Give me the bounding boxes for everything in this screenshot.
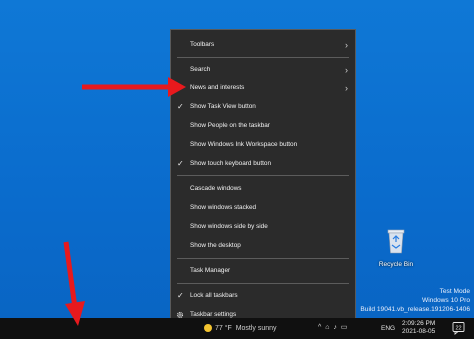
menu-item-label: Show windows stacked — [190, 204, 257, 211]
sun-icon — [204, 324, 212, 332]
network-icon[interactable]: ⌂ — [325, 324, 329, 331]
recycle-bin-icon — [387, 229, 405, 254]
watermark-line-1: Test Mode — [439, 288, 470, 295]
menu-item-label: Show touch keyboard button — [190, 160, 272, 167]
checkmark-icon: ✓ — [177, 102, 184, 111]
clock-date: 2021-08-05 — [402, 328, 436, 335]
watermark-line-3: Build 19041.vb_release.191206-1406 — [360, 306, 470, 313]
notification-icon[interactable]: 22 — [452, 321, 466, 335]
menu-item-windows-stacked[interactable]: Show windows stacked — [171, 201, 355, 215]
menu-item-show-ink-workspace[interactable]: Show Windows Ink Workspace button — [171, 138, 355, 152]
menu-item-label: Toolbars — [190, 41, 215, 48]
menu-item-label: Show windows side by side — [190, 223, 268, 230]
menu-item-show-people[interactable]: Show People on the taskbar — [171, 119, 355, 133]
chevron-right-icon: › — [345, 40, 348, 50]
notification-count: 22 — [455, 326, 461, 332]
menu-item-cascade-windows[interactable]: Cascade windows — [171, 182, 355, 196]
volume-icon[interactable]: ♪ — [333, 324, 337, 331]
red-arrow-right — [82, 77, 186, 97]
menu-item-toolbars[interactable]: Toolbars › — [171, 38, 355, 52]
menu-item-search[interactable]: Search › — [171, 63, 355, 77]
test-mode-watermark: Test Mode Windows 10 Pro Build 19041.vb_… — [360, 287, 470, 314]
system-tray[interactable]: ^ ⌂ ♪ ▭ — [318, 323, 347, 331]
menu-item-label: Show Windows Ink Workspace button — [190, 141, 298, 148]
menu-item-label: Show the desktop — [190, 242, 241, 249]
weather-description: Mostly sunny — [235, 324, 277, 332]
menu-item-show-touch-keyboard[interactable]: ✓ Show touch keyboard button — [171, 157, 355, 171]
checkmark-icon: ✓ — [177, 159, 184, 168]
weather-temperature: 77 °F — [215, 324, 232, 332]
news-and-interests-widget[interactable]: 77 °F Mostly sunny — [204, 324, 277, 332]
menu-item-label: Show People on the taskbar — [190, 122, 270, 129]
menu-separator — [177, 258, 349, 259]
menu-separator — [177, 57, 349, 58]
menu-item-windows-side-by-side[interactable]: Show windows side by side — [171, 220, 355, 234]
tray-chevron-icon[interactable]: ^ — [318, 324, 321, 331]
recycle-bin-shortcut[interactable]: Recycle Bin — [376, 226, 416, 268]
chevron-right-icon: › — [345, 65, 348, 75]
recycle-bin-label: Recycle Bin — [378, 261, 414, 268]
menu-item-show-desktop[interactable]: Show the desktop — [171, 239, 355, 253]
menu-item-label: News and interests — [190, 84, 245, 91]
menu-item-label: Show Task View button — [190, 103, 256, 110]
chevron-right-icon: › — [345, 83, 348, 93]
menu-item-show-task-view[interactable]: ✓ Show Task View button — [171, 100, 355, 114]
keyboard-icon[interactable]: ▭ — [341, 324, 348, 331]
input-language[interactable]: ENG — [381, 325, 395, 332]
menu-item-label: Task Manager — [190, 267, 231, 274]
menu-item-lock-taskbars[interactable]: ✓ Lock all taskbars — [171, 289, 355, 303]
menu-item-label: Search — [190, 66, 211, 73]
checkmark-icon: ✓ — [177, 291, 184, 300]
menu-item-news-and-interests[interactable]: News and interests › — [171, 81, 355, 95]
menu-item-label: Cascade windows — [190, 185, 242, 192]
menu-item-label: Lock all taskbars — [190, 292, 238, 299]
menu-separator — [177, 283, 349, 284]
taskbar-context-menu: Toolbars › Search › News and interests ›… — [170, 29, 356, 329]
clock-time: 2:09:26 PM — [402, 320, 436, 327]
menu-separator — [177, 175, 349, 176]
menu-item-task-manager[interactable]: Task Manager — [171, 264, 355, 278]
watermark-line-2: Windows 10 Pro — [421, 297, 470, 304]
red-arrow-down — [63, 241, 85, 326]
taskbar-clock[interactable]: 2:09:26 PM 2021-08-05 — [402, 320, 435, 336]
